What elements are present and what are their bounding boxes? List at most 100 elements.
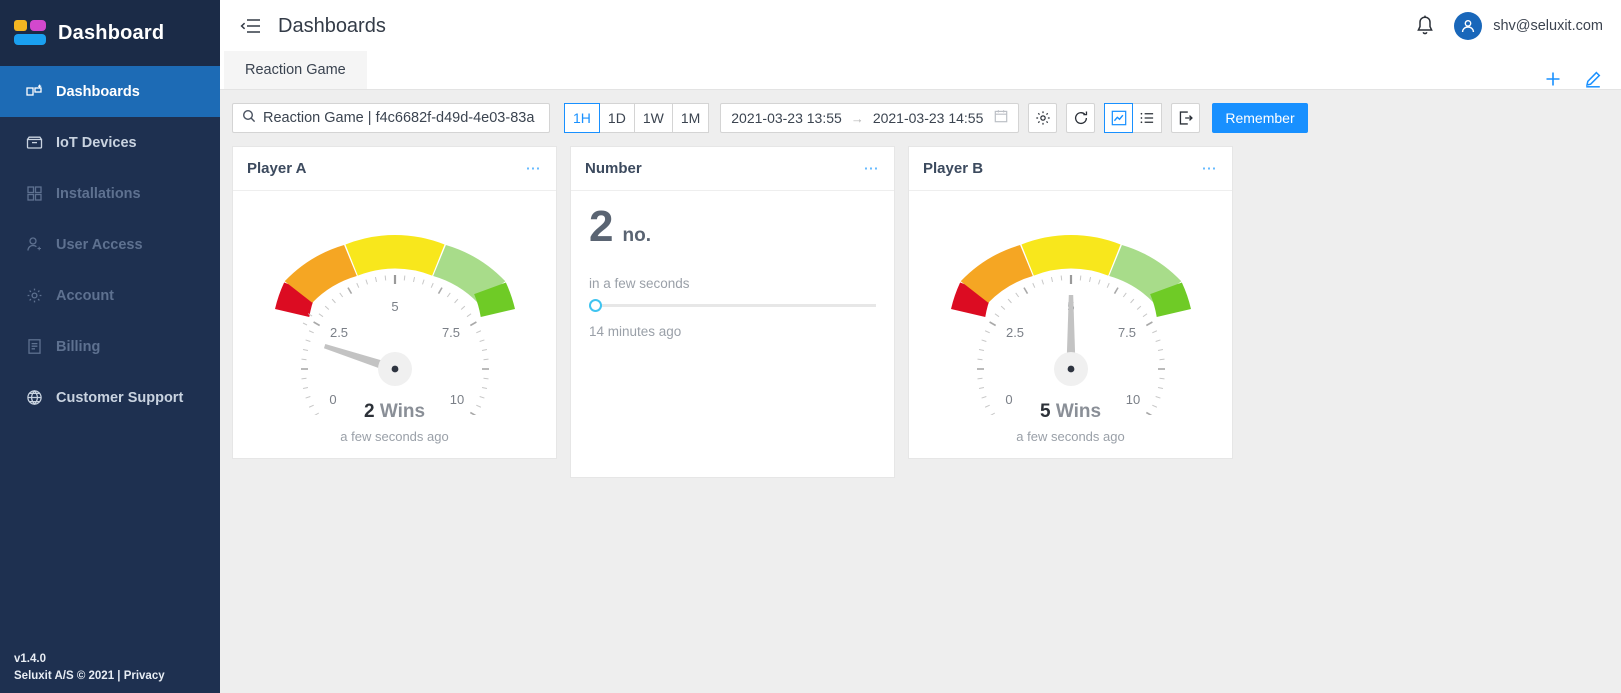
gauge-value-label: 5 Wins [1040, 401, 1101, 423]
gauge-svg: 0 2.5 5 7.5 10 [950, 235, 1191, 415]
date-range-picker[interactable]: 2021-03-23 13:55 → 2021-03-23 14:55 [720, 103, 1020, 133]
sidebar-item-billing[interactable]: Billing [0, 321, 220, 372]
progress-slider[interactable] [589, 299, 876, 312]
gauge-hub [391, 365, 398, 373]
tab-label: Reaction Game [245, 62, 346, 78]
progress-label: in a few seconds [589, 276, 690, 291]
more-options-icon[interactable]: ⋯ [526, 161, 543, 176]
gauge-timestamp: a few seconds ago [340, 429, 449, 444]
collapse-menu-icon[interactable] [238, 14, 262, 38]
sidebar-item-account[interactable]: Account [0, 270, 220, 321]
settings-button[interactable] [1028, 103, 1058, 133]
range-1h-button[interactable]: 1H [564, 103, 600, 133]
tab-bar: Reaction Game [220, 51, 1621, 90]
dashboard-toolbar: 1H 1D 1W 1M 2021-03-23 13:55 → 2021-03-2… [220, 90, 1621, 146]
remember-button[interactable]: Remember [1212, 103, 1308, 133]
copyright-text[interactable]: Seluxit A/S © 2021 | Privacy [14, 668, 165, 685]
search-input[interactable] [263, 110, 540, 126]
gauge-player-b: 0 2.5 5 7.5 10 [909, 199, 1232, 444]
gauge-value: 2 [363, 401, 375, 422]
user-avatar-icon [1454, 12, 1483, 40]
user-add-icon [26, 236, 43, 253]
user-email: shv@seluxit.com [1493, 18, 1603, 34]
plus-icon[interactable] [1543, 69, 1563, 89]
sidebar-item-iot-devices[interactable]: IoT Devices [0, 117, 220, 168]
gauge-unit: Wins [379, 401, 426, 422]
tab-reaction-game[interactable]: Reaction Game [224, 51, 367, 89]
gauge-tick-0: 0 [1005, 392, 1012, 407]
inbox-icon [26, 134, 43, 151]
page-title: Dashboards [278, 14, 386, 37]
gauge-tick-4: 10 [449, 392, 463, 407]
number-value-row: 2 no. [589, 205, 876, 249]
sidebar-footer: v1.4.0 Seluxit A/S © 2021 | Privacy [0, 651, 165, 685]
gauge-tick-3: 7.5 [1117, 325, 1135, 340]
calendar-icon[interactable] [994, 109, 1008, 128]
sidebar-item-label: User Access [56, 236, 143, 253]
user-menu[interactable]: shv@seluxit.com [1454, 12, 1603, 40]
sidebar-item-label: IoT Devices [56, 134, 137, 151]
number-value: 2 [589, 202, 614, 251]
gauge-tick-3: 7.5 [441, 325, 459, 340]
date-to[interactable]: 2021-03-23 14:55 [873, 110, 984, 126]
sidebar-nav: Dashboards IoT Devices Installations Use… [0, 66, 220, 423]
card-header: Player B ⋯ [909, 147, 1232, 191]
more-options-icon[interactable]: ⋯ [864, 161, 881, 176]
sidebar-item-dashboards[interactable]: Dashboards [0, 66, 220, 117]
topbar-right: shv@seluxit.com [1414, 12, 1603, 40]
card-player-b: Player B ⋯ 0 2.5 7.5 10 5 Wins a few sec… [908, 146, 1233, 459]
gauge-value: 5 [1039, 401, 1051, 422]
app-version: v1.4.0 [14, 653, 46, 665]
refresh-button[interactable] [1066, 103, 1096, 133]
gauge-band-yellow [1020, 235, 1121, 276]
gauge-tick-1: 2.5 [329, 325, 347, 340]
gauge-hub [1067, 365, 1074, 373]
view-mode-group [1104, 103, 1163, 133]
grid-icon [26, 185, 43, 202]
sidebar-item-label: Dashboards [56, 83, 140, 100]
gauge-tick-1: 2.5 [1005, 325, 1023, 340]
sidebar-item-user-access[interactable]: User Access [0, 219, 220, 270]
sidebar-item-label: Account [56, 287, 114, 304]
slider-knob[interactable] [589, 299, 602, 312]
card-body: 0 2.5 5 7.5 10 [233, 191, 556, 458]
dashboard-board: Player A ⋯ 0 2.5 5 7.5 10 2 Wins a few s… [220, 146, 1621, 693]
card-header: Player A ⋯ [233, 147, 556, 191]
range-1m-button[interactable]: 1M [672, 103, 710, 133]
gauge-player-a: 0 2.5 5 7.5 10 2 Wins a few seconds ago [233, 199, 556, 444]
pencil-icon[interactable] [1583, 69, 1603, 89]
gear-icon [26, 287, 43, 304]
line-chart-icon[interactable] [1104, 103, 1134, 133]
bell-icon[interactable] [1414, 14, 1436, 38]
sidebar-item-customer-support[interactable]: Customer Support [0, 372, 220, 423]
card-title: Player A [247, 160, 307, 177]
app-root: Dashboard Dashboards IoT Devices Install… [0, 0, 1621, 693]
card-number: Number ⋯ 2 no. in a few seconds 14 minut… [570, 146, 895, 478]
number-timestamp: 14 minutes ago [589, 324, 682, 339]
sidebar-brand[interactable]: Dashboard [0, 0, 220, 66]
more-options-icon[interactable]: ⋯ [1202, 161, 1219, 176]
sidebar-item-label: Customer Support [56, 389, 184, 406]
list-icon[interactable] [1133, 103, 1163, 133]
tab-actions [1543, 69, 1621, 89]
gauge-band-yellow [344, 235, 445, 276]
export-button[interactable] [1171, 103, 1201, 133]
gauge-tick-2: 5 [391, 299, 398, 314]
brand-name: Dashboard [58, 21, 165, 44]
card-title: Player B [923, 160, 984, 177]
search-box[interactable] [232, 103, 550, 133]
range-1w-button[interactable]: 1W [634, 103, 673, 133]
date-from[interactable]: 2021-03-23 13:55 [731, 110, 842, 126]
search-icon [242, 109, 256, 128]
card-header: Number ⋯ [571, 147, 894, 191]
sidebar-item-installations[interactable]: Installations [0, 168, 220, 219]
range-1d-button[interactable]: 1D [599, 103, 635, 133]
gauge-timestamp: a few seconds ago [1016, 429, 1125, 444]
time-range-segmented: 1H 1D 1W 1M [564, 103, 710, 133]
globe-icon [26, 389, 43, 406]
gauge-unit: Wins [1055, 401, 1102, 422]
sidebar-item-label: Billing [56, 338, 101, 355]
sidebar-item-label: Installations [56, 185, 141, 202]
receipt-icon [26, 338, 43, 355]
topbar: Dashboards shv@seluxit.com [220, 0, 1621, 52]
